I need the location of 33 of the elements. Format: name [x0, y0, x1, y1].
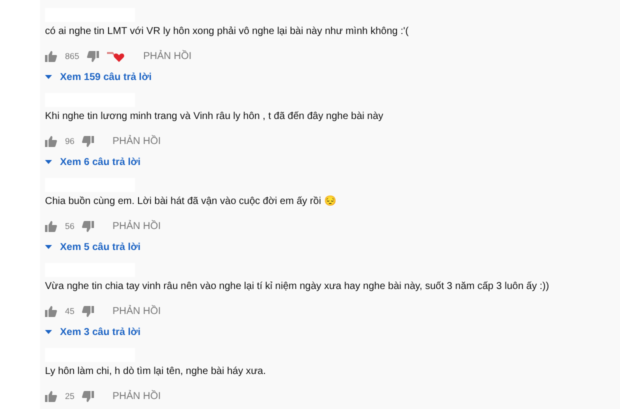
thumbs-down-icon[interactable]: [87, 50, 100, 62]
view-replies-button[interactable]: Xem 159 câu trả lời: [45, 72, 152, 82]
thumbs-up-icon[interactable]: [45, 220, 57, 232]
thumbs-down-icon[interactable]: [82, 136, 94, 146]
reply-button[interactable]: PHẢN HỒI: [143, 50, 192, 62]
comment-text: có ai nghe tin LMT với VR ly hôn xong phải vô nghe lại bài này như mình không :'(: [45, 25, 410, 39]
caret-icon: [45, 160, 52, 164]
like-count: 25: [65, 391, 74, 401]
reply-button[interactable]: PHẢN HỒI: [112, 220, 161, 232]
comment-text: Chia buồn cùng em. Lời bài hát đã vận vào cuộc đời em ấy rồi 😔: [45, 195, 337, 209]
comment-text: Ly hôn làm chi, h dò tìm lại tên, nghe bài háy xưa.: [45, 365, 267, 379]
comment-text: Khi nghe tin lương minh trang và Vinh râu ly hôn , t đã đến đây nghe bài này: [45, 110, 384, 124]
like-count: 45: [65, 306, 74, 316]
like-count: 865: [65, 51, 80, 61]
like-count: 96: [65, 136, 74, 146]
caret-icon: [45, 75, 52, 79]
reply-button[interactable]: PHẢN HỒI: [112, 136, 161, 146]
thumbs-up-icon[interactable]: [45, 136, 57, 146]
thumbs-up-icon[interactable]: [45, 306, 57, 316]
view-replies-button[interactable]: Xem 6 câu trả lời: [45, 156, 140, 168]
comment-text: Vừa nghe tin chia tay vinh râu nên vào nghe lại tí kỉ niệm ngày xưa hay nghe bài này, suốt 3 năm cấp 3 luôn ấy :)): [45, 280, 550, 294]
caret-icon: [45, 330, 52, 334]
caret-icon: [45, 245, 52, 249]
thumbs-up-icon[interactable]: [45, 50, 57, 62]
thumbs-down-icon[interactable]: [82, 390, 94, 402]
like-count: 56: [65, 221, 74, 231]
thumbs-up-icon[interactable]: [45, 390, 57, 402]
thumbs-down-icon[interactable]: [82, 306, 94, 316]
view-replies-button[interactable]: Xem 5 câu trả lời: [45, 242, 140, 252]
thumbs-down-icon[interactable]: [82, 220, 94, 232]
view-replies-button[interactable]: Xem 3 câu trả lời: [45, 326, 140, 338]
reply-button[interactable]: PHẢN HỒI: [112, 306, 161, 316]
reply-button[interactable]: PHẢN HỒI: [112, 390, 161, 402]
